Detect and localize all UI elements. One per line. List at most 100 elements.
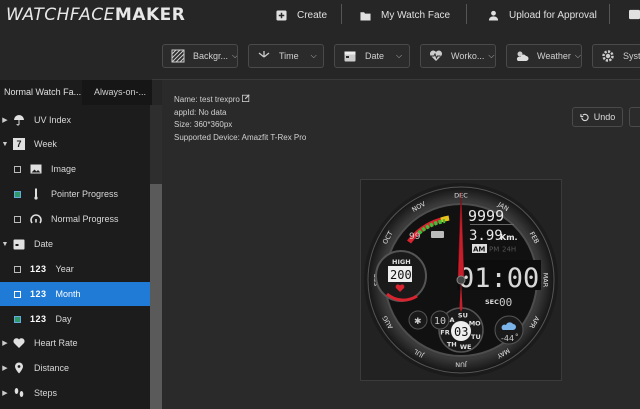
number-icon: 123: [30, 289, 47, 299]
tab-always-on-display[interactable]: Always-on-...: [82, 80, 152, 105]
caret-right-icon: ▶: [2, 390, 8, 397]
info-device-row: Supported Device: Amazfit T-Rex Pro: [174, 132, 307, 142]
calendar-icon: [13, 239, 25, 250]
create-button[interactable]: Create: [276, 6, 327, 24]
sub-dial-value: 10: [434, 316, 446, 327]
tree-item-week[interactable]: ▼ 7 Week: [0, 132, 150, 156]
pointer-pivot: [456, 275, 466, 285]
tree-item-day[interactable]: 123 Day: [0, 307, 150, 331]
chevron-down-icon: ⌵: [488, 51, 495, 60]
undo-button[interactable]: Undo: [572, 107, 623, 127]
sidebar-scrollbar[interactable]: [150, 184, 162, 409]
heart-icon: [13, 338, 25, 348]
pointer-icon: [34, 188, 38, 200]
redo-button[interactable]: [629, 107, 640, 127]
high-label: HIGH: [392, 258, 411, 266]
background-dropdown[interactable]: Backgr... ⌵: [162, 44, 238, 68]
chevron-down-icon: ⌵: [574, 51, 581, 60]
tree-item-date[interactable]: ▼ Date: [0, 232, 150, 256]
component-toolbar: Backgr... ⌵ Time ⌵ Date ⌵ Worko... ⌵ Weather…: [152, 30, 640, 80]
battery-icon: [431, 231, 444, 238]
caret-right-icon: ▶: [2, 340, 8, 347]
caret-down-icon: ▼: [1, 240, 9, 248]
undo-arrow-icon: [580, 113, 589, 121]
app-header: WATCHFACEMAKER Create My Watch Face Uplo…: [0, 0, 640, 30]
my-watch-face-button[interactable]: My Watch Face: [360, 6, 450, 24]
edit-icon[interactable]: [242, 94, 250, 102]
image-icon: [30, 164, 42, 174]
temperature-value: -44: [501, 334, 514, 343]
number-icon: 123: [30, 314, 47, 324]
watch-face-info: Name: test trexpro appId: No data Size: …: [174, 94, 306, 144]
caret-right-icon: ▶: [2, 117, 8, 124]
tree-item-steps[interactable]: ▶ Steps: [0, 381, 150, 405]
tree-item-month[interactable]: 123 Month: [0, 282, 150, 306]
month-label: MAR: [542, 273, 550, 288]
chevron-down-icon: ⌵: [396, 51, 403, 60]
day-number: 03: [454, 325, 468, 339]
visibility-checkbox[interactable]: [14, 190, 21, 198]
folder-icon: [360, 11, 371, 21]
heart-rate-value: 200: [390, 268, 412, 282]
visibility-checkbox[interactable]: [14, 165, 21, 173]
weather-cloud-sun-icon: [516, 51, 529, 61]
create-label: Create: [297, 9, 328, 21]
weekday-label: TH: [447, 341, 457, 349]
tree-item-uv-index[interactable]: ▶ UV Index: [0, 108, 150, 132]
plus-square-icon: [276, 9, 287, 21]
divider-line: [470, 224, 514, 225]
visibility-checkbox[interactable]: [14, 290, 21, 298]
distance-value: 3.99: [469, 228, 503, 244]
system-dropdown[interactable]: Syst: [592, 44, 640, 68]
visibility-checkbox[interactable]: [14, 215, 21, 223]
temperature-unit: °: [515, 333, 519, 341]
seconds-value: 00: [499, 296, 512, 309]
upload-for-approval-button[interactable]: Upload for Approval: [488, 6, 597, 24]
24h-indicator: 24H: [502, 246, 516, 254]
weather-dropdown[interactable]: Weather ⌵: [506, 44, 582, 68]
footsteps-icon: [14, 388, 24, 397]
snow-icon: ✱: [414, 317, 422, 327]
background-hatch-icon: [171, 49, 185, 63]
weekday-label: TU: [471, 333, 481, 341]
user-icon: [488, 10, 499, 21]
visibility-checkbox[interactable]: [14, 265, 21, 273]
time-dropdown[interactable]: Time ⌵: [248, 44, 324, 68]
calendar-icon: [344, 51, 356, 62]
gear-icon: [602, 50, 614, 62]
am-indicator: AM: [473, 246, 485, 254]
tree-item-pointer-progress[interactable]: Pointer Progress: [0, 182, 150, 206]
info-name-row: Name: test trexpro: [174, 94, 306, 107]
info-size-row: Size: 360*360px: [174, 120, 233, 129]
tree-item-distance[interactable]: ▶ Distance: [0, 356, 150, 380]
digital-time: 01:00: [458, 263, 539, 294]
tree-item-year[interactable]: 123 Year: [0, 257, 150, 281]
umbrella-icon: [14, 115, 24, 126]
app-logo: WATCHFACEMAKER: [6, 5, 186, 25]
weekday-label: WE: [460, 343, 472, 351]
arc-progress-icon: [30, 214, 42, 224]
date-dropdown[interactable]: Date ⌵: [334, 44, 410, 68]
watch-preview-frame: DECJANFEBMARAPRMAYJUNJULAUGSEPOCTNOV 999…: [360, 179, 562, 381]
tree-item-image[interactable]: Image: [0, 157, 150, 181]
tree-item-normal-progress[interactable]: Normal Progress: [0, 207, 150, 231]
workout-dropdown[interactable]: Worko... ⌵: [420, 44, 496, 68]
menu-icon[interactable]: [629, 9, 640, 20]
tab-normal-watch-face[interactable]: Normal Watch Fa...: [0, 80, 82, 105]
week-icon: 7: [13, 138, 25, 150]
chevron-down-icon: ⌵: [310, 51, 317, 60]
battery-arc-yellow: [440, 215, 450, 223]
header-divider: [341, 4, 342, 24]
map-pin-icon: [15, 362, 23, 374]
visibility-checkbox[interactable]: [14, 315, 21, 323]
sec-label: SEC: [485, 298, 499, 306]
editor-canvas: Name: test trexpro appId: No data Size: …: [162, 80, 640, 409]
battery-value: 99: [409, 232, 421, 242]
tree-item-heart-rate[interactable]: ▶ Heart Rate: [0, 331, 150, 355]
caret-down-icon: ▼: [1, 140, 9, 148]
scrollbar-track: [150, 105, 162, 184]
weekday-label: SU: [458, 312, 468, 320]
face-mode-tabs: Normal Watch Fa... Always-on-...: [0, 80, 152, 105]
steps-value: 9999: [468, 207, 504, 225]
month-label: JUN: [455, 361, 468, 369]
